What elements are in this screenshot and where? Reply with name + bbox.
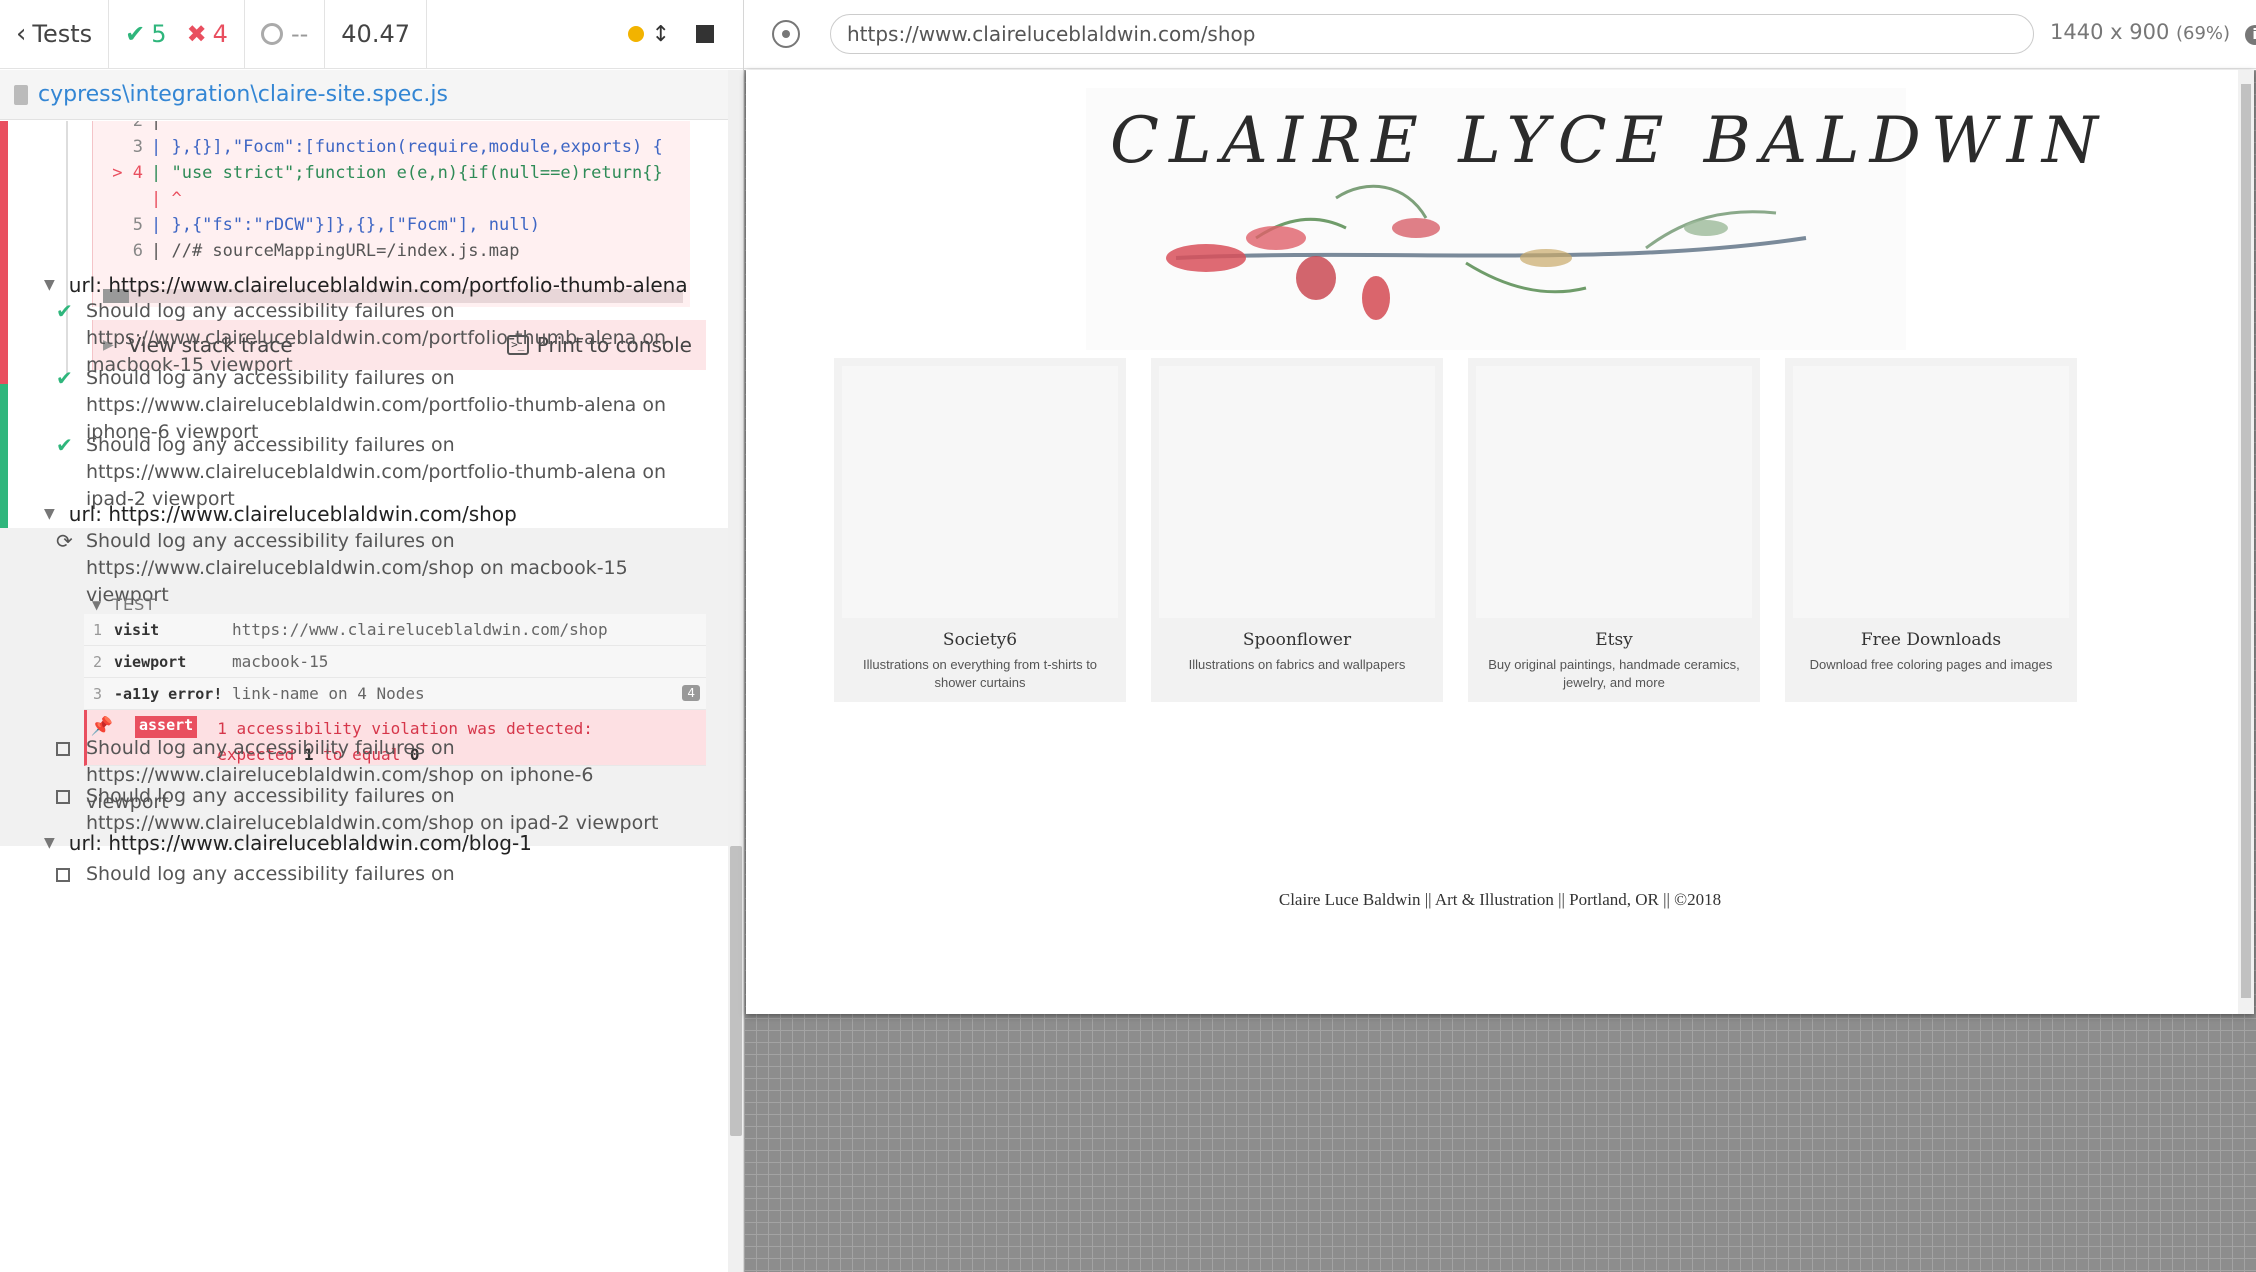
viewport-scale: (69%)	[2176, 23, 2231, 44]
shop-card-free-downloads[interactable]: Free Downloads Download free coloring pa…	[1785, 358, 2077, 702]
code-line: 2 |	[132, 121, 162, 131]
check-icon: ✔	[56, 433, 73, 457]
caret-down-icon: ▼	[44, 277, 55, 293]
auto-scroll-toggle[interactable]: ↕	[627, 21, 670, 47]
reporter-scrollbar-thumb[interactable]	[730, 846, 742, 1136]
cross-icon: ✖	[186, 20, 207, 48]
card-thumbnail	[1476, 366, 1752, 618]
viewport-info[interactable]: 1440 x 900 (69%) i	[2050, 20, 2256, 45]
suite-title[interactable]: ▼ url: https://www.claireluceblaldwin.co…	[44, 502, 517, 526]
checkbox-icon	[56, 861, 86, 889]
pending-count[interactable]: --	[245, 0, 326, 68]
card-thumbnail	[1793, 366, 2069, 618]
aut-header: https://www.claireluceblaldwin.com/shop …	[744, 0, 2256, 69]
site-footer: Claire Luce Baldwin || Art & Illustratio…	[1278, 890, 1722, 909]
failed-count[interactable]: ✖ 4	[187, 20, 228, 48]
suite-title-text: url: https://www.claireluceblaldwin.com/…	[68, 831, 532, 855]
spec-file-bar: cypress\integration\claire-site.spec.js	[0, 70, 728, 120]
running-indicator-icon	[627, 26, 644, 42]
test-item[interactable]: Should log any accessibility failures on…	[56, 783, 676, 837]
passed-value: 5	[151, 20, 167, 48]
code-line-current: > 4 | "use strict";function e(e,n){if(nul…	[112, 163, 663, 183]
stats: ✔ 5 ✖ 4	[109, 0, 245, 68]
site-banner[interactable]: CLAIRE LYCE BALDWIN	[1086, 88, 2098, 350]
chevron-left-icon: ‹	[16, 19, 27, 49]
pin-icon: 📌	[90, 716, 114, 737]
code-line: 3 | },{}],"Focm":[function(require,module…	[132, 137, 663, 157]
reporter-scrollbar[interactable]	[728, 70, 743, 1272]
card-thumbnail	[1159, 366, 1435, 618]
aut-iframe: CLAIRE LYCE BALDWIN Society6 Illustratio…	[746, 70, 2254, 1014]
vertical-arrows-icon: ↕	[651, 21, 670, 47]
aut-scrollbar-thumb[interactable]	[2241, 84, 2251, 998]
code-line: 5 | },{"fs":"rDCW"}]},{},["Focm"], null)	[132, 215, 540, 235]
passed-count[interactable]: ✔ 5	[125, 20, 166, 48]
caret-down-icon: ▼	[44, 835, 55, 851]
card-title: Spoonflower	[1242, 630, 1352, 650]
shop-card-society6[interactable]: Society6 Illustrations on everything fro…	[834, 358, 1126, 702]
test-runner-panel: ‹ Tests ✔ 5 ✖ 4 -- 40.47 ↕ cypress\integ…	[0, 0, 744, 1272]
shop-card-etsy[interactable]: Etsy Buy original paintings, handmade ce…	[1468, 358, 1760, 702]
runner-header: ‹ Tests ✔ 5 ✖ 4 -- 40.47 ↕	[0, 0, 743, 69]
shop-card-spoonflower[interactable]: Spoonflower Illustrations on fabrics and…	[1151, 358, 1443, 702]
pending-value: --	[290, 20, 309, 48]
checkbox-icon	[56, 783, 86, 837]
suite-title[interactable]: ▼ url: https://www.claireluceblaldwin.co…	[44, 273, 688, 297]
suite-title-text: url: https://www.claireluceblaldwin.com/…	[68, 273, 688, 297]
failed-strip	[0, 121, 8, 384]
caret-down-icon: ▼	[44, 506, 55, 522]
command-row[interactable]: 3 -a11y error! link-name on 4 Nodes 4	[84, 678, 706, 710]
viewport-size: 1440 x 900	[2050, 20, 2170, 44]
file-icon	[14, 84, 28, 105]
command-log-label[interactable]: ▼ TEST	[92, 595, 156, 614]
code-line: 6 | //# sourceMappingURL=/index.js.map	[132, 241, 520, 261]
count-badge: 4	[682, 685, 700, 701]
test-item[interactable]: ✔ Should log any accessibility failures …	[56, 432, 676, 513]
card-description: Illustrations on fabrics and wallpapers	[1188, 657, 1406, 672]
check-icon: ✔	[125, 20, 146, 48]
command-row[interactable]: 2 viewport macbook-15	[84, 646, 706, 678]
card-title: Society6	[942, 630, 1018, 650]
refresh-icon: ⟳	[56, 529, 73, 553]
stop-icon[interactable]	[696, 25, 714, 43]
runner-controls: ↕	[627, 0, 743, 68]
info-icon: i	[2244, 25, 2256, 45]
card-thumbnail	[842, 366, 1118, 618]
card-description: Buy original paintings, handmade ceramic…	[1488, 657, 1740, 690]
spec-file-link[interactable]: cypress\integration\claire-site.spec.js	[38, 82, 448, 107]
flower-illustration	[1166, 184, 1807, 320]
aut-url-bar[interactable]: https://www.claireluceblaldwin.com/shop	[830, 14, 2034, 54]
back-label: Tests	[32, 20, 93, 48]
pending-ring-icon	[260, 23, 283, 45]
card-description: Download free coloring pages and images	[1809, 657, 2053, 672]
card-title: Etsy	[1595, 630, 1633, 650]
aut-scrollbar[interactable]	[2238, 70, 2254, 1014]
card-description: Illustrations on everything from t-shirt…	[862, 657, 1098, 690]
failed-value: 4	[212, 20, 228, 48]
card-title: Free Downloads	[1860, 630, 2002, 650]
caret-down-icon: ▼	[92, 597, 103, 612]
reporter: 2 | 3 | },{}],"Focm":[function(require,mod…	[0, 121, 728, 1272]
back-to-tests-button[interactable]: ‹ Tests	[0, 0, 110, 68]
duration: 40.47	[325, 0, 427, 68]
selector-playground-icon[interactable]	[772, 20, 800, 48]
test-item[interactable]: Should log any accessibility failures on	[56, 861, 676, 889]
code-line-caret: | ^	[151, 189, 182, 209]
suite-title[interactable]: ▼ url: https://www.claireluceblaldwin.co…	[44, 831, 532, 855]
command-row[interactable]: 1 visit https://www.claireluceblaldwin.c…	[84, 614, 706, 646]
suite-title-text: url: https://www.claireluceblaldwin.com/…	[68, 502, 517, 526]
